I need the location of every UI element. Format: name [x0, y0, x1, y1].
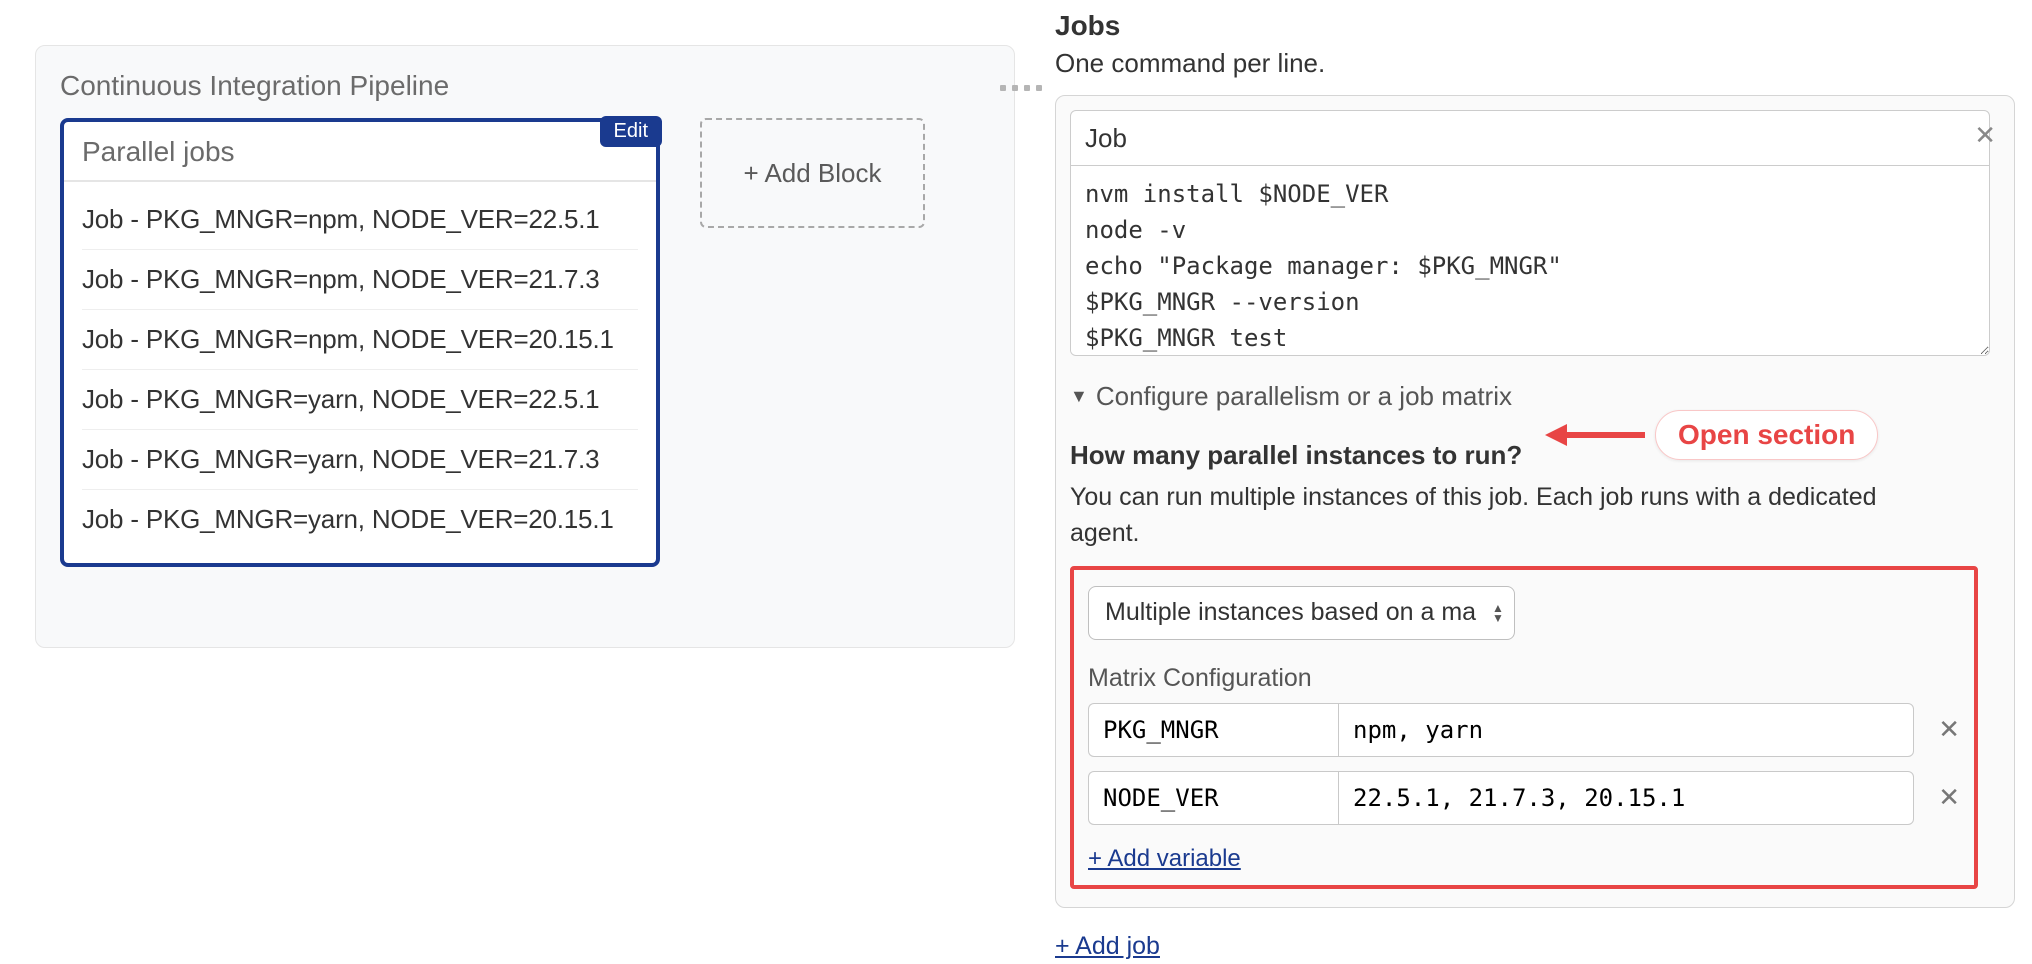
add-block-button[interactable]: + Add Block — [700, 118, 925, 228]
parallel-instances-desc: You can run multiple instances of this j… — [1070, 479, 1950, 552]
matrix-highlight-box: Multiple instances based on a ma ▲▼ Matr… — [1070, 566, 1978, 889]
matrix-key-input[interactable] — [1088, 771, 1338, 825]
jobs-heading: Jobs — [1055, 10, 2015, 42]
select-value: Multiple instances based on a ma — [1105, 598, 1476, 627]
add-job-link[interactable]: + Add job — [1055, 932, 1160, 961]
matrix-key-input[interactable] — [1088, 703, 1338, 757]
commands-textarea[interactable] — [1070, 166, 1990, 356]
parallelism-mode-select[interactable]: Multiple instances based on a ma ▲▼ — [1088, 586, 1515, 640]
job-editor-panel: Jobs One command per line. ✕ ▼ Configure… — [1055, 0, 2015, 961]
connector-dots — [1000, 85, 1042, 91]
close-icon[interactable]: ✕ — [1974, 120, 1996, 151]
list-item[interactable]: Job - PKG_MNGR=yarn, NODE_VER=21.7.3 — [82, 430, 638, 490]
triangle-down-icon: ▼ — [1070, 386, 1088, 407]
annotation-label: Open section — [1655, 410, 1878, 460]
job-name-input[interactable] — [1070, 110, 1990, 166]
block-header: Parallel jobs — [64, 122, 656, 182]
pipeline-block[interactable]: Edit Parallel jobs Job - PKG_MNGR=npm, N… — [60, 118, 660, 567]
job-card: ✕ ▼ Configure parallelism or a job matri… — [1055, 95, 2015, 908]
list-item[interactable]: Job - PKG_MNGR=npm, NODE_VER=20.15.1 — [82, 310, 638, 370]
matrix-value-input[interactable] — [1338, 703, 1914, 757]
parallelism-disclosure[interactable]: ▼ Configure parallelism or a job matrix — [1070, 381, 2000, 412]
list-item[interactable]: Job - PKG_MNGR=npm, NODE_VER=22.5.1 — [82, 190, 638, 250]
matrix-value-input[interactable] — [1338, 771, 1914, 825]
list-item[interactable]: Job - PKG_MNGR=npm, NODE_VER=21.7.3 — [82, 250, 638, 310]
disclosure-label: Configure parallelism or a job matrix — [1096, 381, 1512, 412]
remove-row-icon[interactable]: ✕ — [1938, 782, 1960, 813]
matrix-row: ✕ — [1088, 703, 1960, 757]
pipeline-canvas: Continuous Integration Pipeline Edit Par… — [35, 45, 1015, 648]
remove-row-icon[interactable]: ✕ — [1938, 714, 1960, 745]
list-item[interactable]: Job - PKG_MNGR=yarn, NODE_VER=20.15.1 — [82, 490, 638, 549]
jobs-subheading: One command per line. — [1055, 48, 2015, 79]
pipeline-title: Continuous Integration Pipeline — [60, 70, 990, 102]
matrix-config-label: Matrix Configuration — [1088, 664, 1960, 693]
block-row: Edit Parallel jobs Job - PKG_MNGR=npm, N… — [60, 118, 990, 567]
add-variable-link[interactable]: + Add variable — [1088, 845, 1241, 873]
list-item[interactable]: Job - PKG_MNGR=yarn, NODE_VER=22.5.1 — [82, 370, 638, 430]
matrix-row: ✕ — [1088, 771, 1960, 825]
edit-button[interactable]: Edit — [600, 116, 662, 147]
annotation: Open section — [1545, 410, 1878, 460]
job-list: Job - PKG_MNGR=npm, NODE_VER=22.5.1 Job … — [64, 182, 656, 563]
select-stepper-icon: ▲▼ — [1492, 603, 1504, 623]
arrow-left-icon — [1545, 415, 1645, 455]
